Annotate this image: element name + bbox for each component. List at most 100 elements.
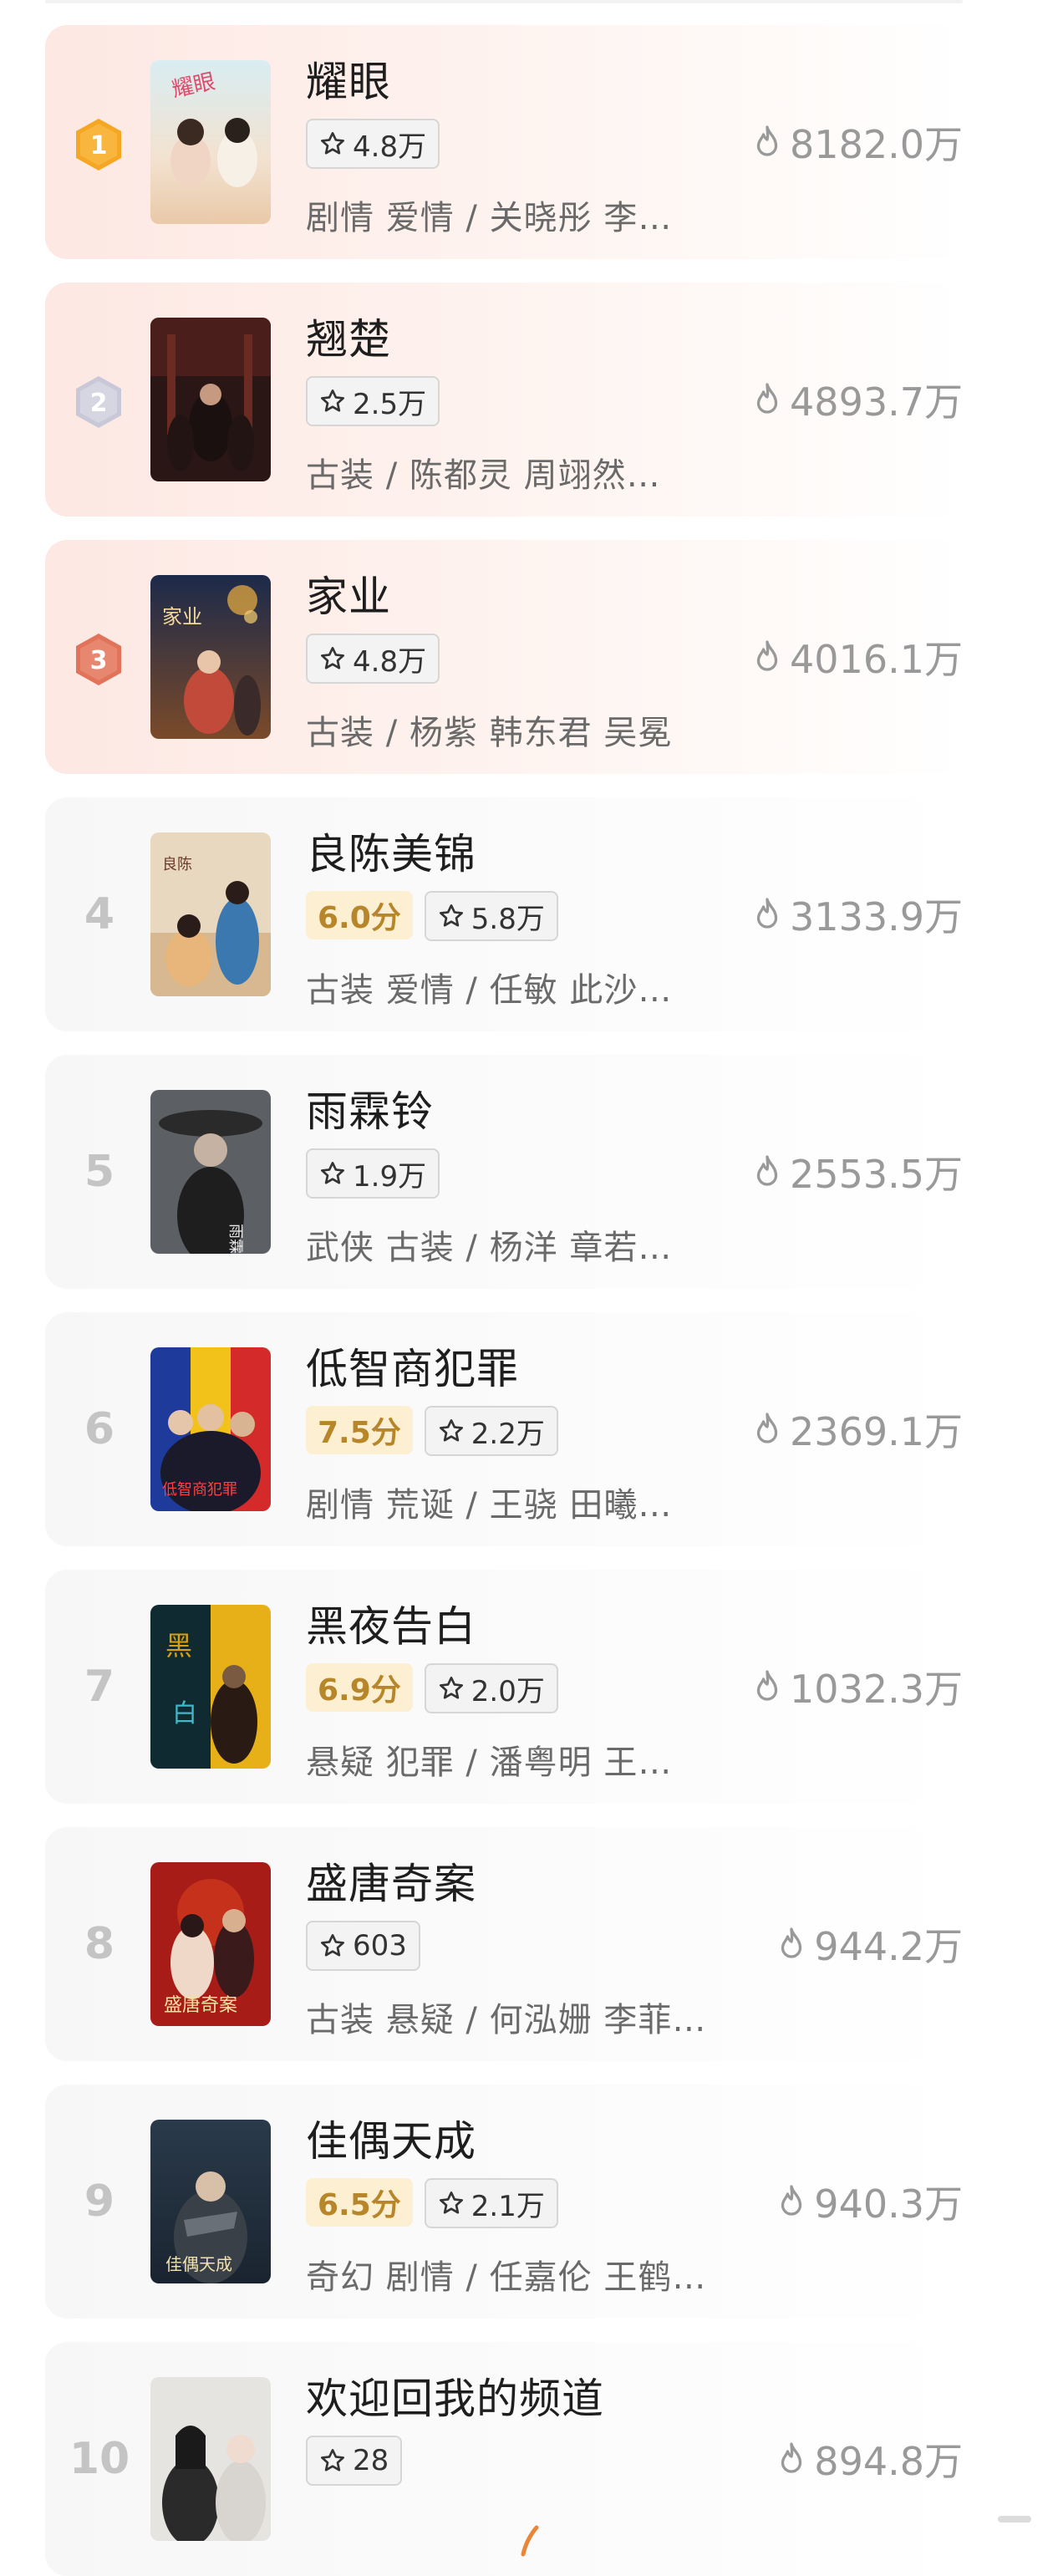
heat-number: 2369.1万 — [790, 1409, 963, 1454]
poster-image[interactable]: 低智商犯罪 — [150, 1347, 271, 1511]
heat-value: 894.8万 — [776, 2342, 963, 2576]
svg-text:佳偶天成: 佳偶天成 — [165, 2254, 232, 2274]
flame-outline-icon — [756, 898, 778, 929]
list-item[interactable]: 10 欢迎回我的频道 28 894.8万 — [45, 2342, 963, 2576]
heat-value: 3133.9万 — [751, 797, 963, 1031]
heat-value: 944.2万 — [776, 1827, 963, 2061]
drama-title[interactable]: 翘楚 — [306, 306, 391, 366]
favorite-count: 4.8万 — [353, 644, 427, 679]
favorite-badge: 28 — [306, 2436, 403, 2486]
star-outline-icon — [321, 389, 344, 412]
heat-number: 4016.1万 — [790, 637, 963, 682]
drama-title[interactable]: 良陈美锦 — [306, 821, 476, 881]
poster-image[interactable]: 佳偶天成 — [150, 2120, 271, 2283]
drama-title[interactable]: 黑夜告白 — [306, 1593, 476, 1653]
tag-row: 6.0分 5.8万 — [306, 891, 558, 941]
star-outline-icon — [321, 1162, 344, 1184]
genre-cast: 古装 悬疑 / 何泓姗 李菲… — [306, 2001, 707, 2039]
swipe-stroke-mark — [521, 2525, 539, 2557]
favorite-count: 4.8万 — [353, 130, 427, 164]
list-item[interactable]: 9 佳偶天成 佳偶天成 6.5分 2.1万 奇幻 剧情 / 任嘉伦 王鹤… 94… — [45, 2085, 963, 2319]
heat-value: 4893.7万 — [751, 283, 963, 517]
heat-number: 894.8万 — [814, 2439, 963, 2484]
drama-title[interactable]: 低智商犯罪 — [306, 1336, 519, 1396]
tag-row: 28 — [306, 2436, 403, 2486]
tag-row: 603 — [306, 1921, 420, 1971]
drama-title[interactable]: 佳偶天成 — [306, 2108, 476, 2168]
list-item[interactable]: 2 翘楚 2.5万 古装 / 陈都灵 周翊然… 4893.7万 — [45, 283, 963, 517]
scroll-indicator[interactable] — [998, 2516, 1031, 2523]
poster-image[interactable]: 盛唐奇案 — [150, 1862, 271, 2026]
star-outline-icon — [321, 1934, 344, 1957]
heat-number: 1032.3万 — [790, 1667, 963, 1712]
poster-image[interactable]: 黑白 — [150, 1605, 271, 1769]
poster-image[interactable]: 雨霖 — [150, 1090, 271, 1254]
flame-outline-icon — [781, 2185, 802, 2216]
favorite-badge: 2.5万 — [306, 376, 440, 426]
list-item[interactable]: 3 家业 家业 4.8万 古装 / 杨紫 韩东君 吴冕 4016.1万 — [45, 540, 963, 774]
drama-title[interactable]: 家业 — [306, 563, 391, 624]
heat-number: 3133.9万 — [790, 894, 963, 939]
poster-image[interactable]: 良陈 — [150, 832, 271, 996]
list-item[interactable]: 8 盛唐奇案 盛唐奇案 603 古装 悬疑 / 何泓姗 李菲… 944.2万 — [45, 1827, 963, 2061]
genre-cast: 剧情 爱情 / 关晓彤 李… — [306, 199, 673, 237]
heat-value: 1032.3万 — [751, 1570, 963, 1804]
flame-outline-icon — [756, 640, 778, 671]
tag-row: 6.9分 2.0万 — [306, 1663, 558, 1713]
poster-image[interactable] — [150, 318, 271, 481]
rank-number: 10 — [69, 2434, 130, 2484]
drama-title[interactable]: 耀眼 — [306, 48, 391, 109]
poster-image[interactable]: 耀眼 — [150, 60, 271, 224]
rank-number: 7 — [84, 1662, 115, 1712]
genre-cast: 悬疑 犯罪 / 潘粤明 王… — [306, 1744, 673, 1782]
tag-row: 6.5分 2.1万 — [306, 2178, 558, 2228]
list-item[interactable]: 4 良陈 良陈美锦 6.0分 5.8万 古装 爱情 / 任敏 此沙… 3133.… — [45, 797, 963, 1031]
flame-outline-icon — [781, 2442, 802, 2473]
tag-row: 7.5分 2.2万 — [306, 1406, 558, 1456]
bronze-medal-icon: 3 — [74, 632, 124, 687]
list-top-edge — [45, 0, 963, 3]
genre-cast: 剧情 荒诞 / 王骁 田曦… — [306, 1486, 673, 1525]
heat-value: 2369.1万 — [751, 1312, 963, 1546]
rank-number: 9 — [84, 2176, 115, 2227]
rank-number: 1 — [90, 131, 108, 160]
flame-outline-icon — [756, 1670, 778, 1701]
heat-value: 4016.1万 — [751, 540, 963, 774]
svg-text:黑: 黑 — [165, 1630, 192, 1662]
heat-number: 944.2万 — [814, 1924, 963, 1969]
flame-outline-icon — [781, 1927, 802, 1958]
favorite-badge: 4.8万 — [306, 119, 440, 169]
rank-number: 4 — [84, 889, 115, 939]
list-item[interactable]: 5 雨霖 雨霖铃 1.9万 武侠 古装 / 杨洋 章若… 2553.5万 — [45, 1055, 963, 1289]
genre-cast: 奇幻 剧情 / 任嘉伦 王鹤… — [306, 2258, 707, 2297]
favorite-count: 2.0万 — [471, 1674, 545, 1708]
list-item[interactable]: 1 耀眼 耀眼 4.8万 剧情 爱情 / 关晓彤 李… 8182.0万 — [45, 25, 963, 259]
score-badge: 6.5分 — [306, 2178, 413, 2227]
heat-number: 8182.0万 — [790, 122, 963, 167]
poster-image[interactable]: 家业 — [150, 575, 271, 739]
tag-row: 1.9万 — [306, 1148, 440, 1199]
favorite-badge: 1.9万 — [306, 1148, 440, 1199]
rank-number: 5 — [84, 1147, 115, 1197]
flame-outline-icon — [756, 1155, 778, 1186]
list-item[interactable]: 6 低智商犯罪 低智商犯罪 7.5分 2.2万 剧情 荒诞 / 王骁 田曦… 2… — [45, 1312, 963, 1546]
favorite-count: 5.8万 — [471, 902, 545, 936]
rank-number: 8 — [84, 1919, 115, 1969]
flame-outline-icon — [756, 383, 778, 414]
heat-value: 2553.5万 — [751, 1055, 963, 1289]
star-outline-icon — [321, 2449, 344, 2472]
list-item[interactable]: 7 黑白 黑夜告白 6.9分 2.0万 悬疑 犯罪 / 潘粤明 王… 1032.… — [45, 1570, 963, 1804]
svg-text:白: 白 — [172, 1699, 197, 1728]
svg-text:盛唐奇案: 盛唐奇案 — [164, 1995, 237, 2016]
score-badge: 7.5分 — [306, 1406, 413, 1454]
favorite-badge: 2.2万 — [424, 1406, 558, 1456]
heat-number: 2553.5万 — [790, 1152, 963, 1197]
drama-title[interactable]: 盛唐奇案 — [306, 1851, 476, 1911]
favorite-count: 2.5万 — [353, 387, 427, 421]
gold-medal-icon: 1 — [74, 117, 124, 172]
drama-title[interactable]: 雨霖铃 — [306, 1078, 434, 1138]
star-outline-icon — [439, 2192, 463, 2214]
poster-image[interactable] — [150, 2377, 271, 2541]
favorite-badge: 4.8万 — [306, 634, 440, 684]
drama-title[interactable]: 欢迎回我的频道 — [306, 2365, 604, 2426]
